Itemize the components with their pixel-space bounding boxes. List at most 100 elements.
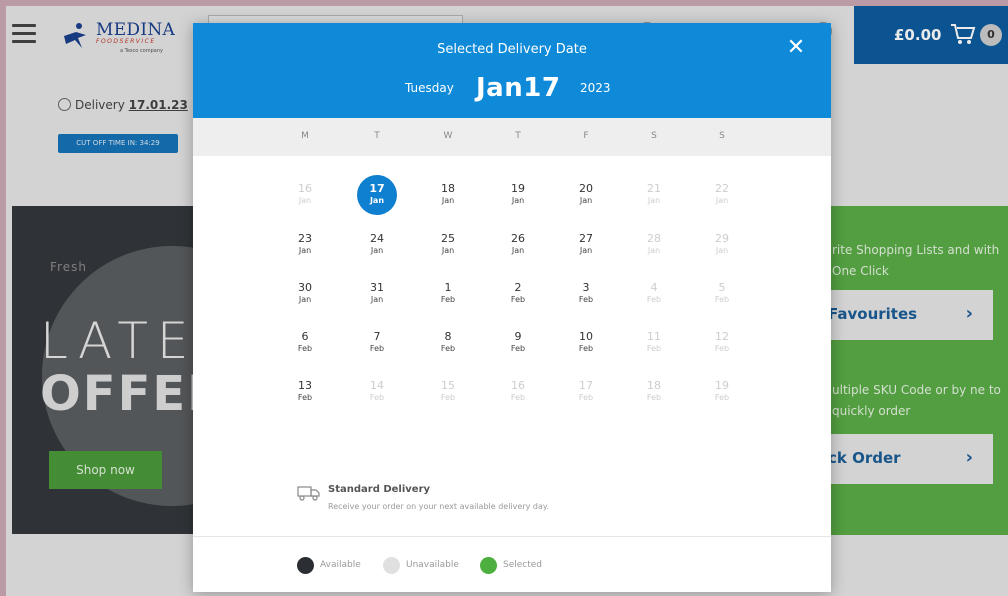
calendar-day-month: Feb: [510, 344, 526, 353]
calendar-day[interactable]: 13 Feb: [283, 370, 327, 414]
calendar-day-number: 1: [444, 281, 452, 294]
calendar-day-month: Feb: [578, 344, 594, 353]
calendar-day-month: Feb: [510, 295, 526, 304]
calendar-day-month: Jan: [579, 196, 593, 205]
calendar-day-number: 16: [511, 379, 525, 392]
calendar-day-number: 9: [514, 330, 522, 343]
calendar-day-month: Jan: [579, 246, 593, 255]
calendar-day-month: Feb: [578, 393, 594, 402]
calendar-day-number: 22: [715, 182, 729, 195]
calendar-day-month: Jan: [441, 196, 455, 205]
calendar-day-month: Feb: [369, 393, 385, 402]
calendar-day-number: 24: [370, 232, 384, 245]
calendar-day: 15 Feb: [426, 370, 470, 414]
calendar-day: 16 Feb: [496, 370, 540, 414]
calendar-day[interactable]: 8 Feb: [426, 321, 470, 365]
calendar-day[interactable]: 6 Feb: [283, 321, 327, 365]
calendar-day-month: Jan: [511, 246, 525, 255]
calendar-day[interactable]: 20 Jan: [564, 173, 608, 217]
truck-icon: [297, 486, 320, 501]
calendar-day[interactable]: 3 Feb: [564, 272, 608, 316]
calendar-day[interactable]: 18 Jan: [426, 173, 470, 217]
calendar-day-number: 26: [511, 232, 525, 245]
calendar-day-number: 18: [441, 182, 455, 195]
calendar-day: 22 Jan: [700, 173, 744, 217]
weekday-label: S: [651, 131, 657, 141]
weekday-label: S: [719, 131, 725, 141]
calendar-day-selected[interactable]: 17 Jan: [357, 175, 397, 215]
calendar-day[interactable]: 31 Jan: [355, 272, 399, 316]
calendar-day-month: Jan: [298, 246, 312, 255]
calendar-day-number: 19: [511, 182, 525, 195]
calendar-day-month: Feb: [440, 344, 456, 353]
calendar-day: 18 Feb: [632, 370, 676, 414]
calendar-day-month: Jan: [715, 196, 729, 205]
weekday-label: W: [443, 131, 453, 141]
calendar-day-month: Feb: [440, 295, 456, 304]
calendar-day-number: 6: [301, 330, 309, 343]
calendar-day[interactable]: 9 Feb: [496, 321, 540, 365]
calendar-day-number: 2: [514, 281, 522, 294]
standard-delivery-description: Receive your order on your next availabl…: [328, 502, 550, 511]
calendar-day: 16 Jan: [283, 173, 327, 217]
calendar-day[interactable]: 26 Jan: [496, 223, 540, 267]
calendar-day-month: Feb: [297, 344, 313, 353]
calendar-day-number: 30: [298, 281, 312, 294]
calendar-day-month: Jan: [369, 196, 385, 205]
calendar-day[interactable]: 10 Feb: [564, 321, 608, 365]
calendar-day[interactable]: 27 Jan: [564, 223, 608, 267]
calendar-day[interactable]: 19 Jan: [496, 173, 540, 217]
weekday-label: T: [374, 131, 380, 141]
close-icon[interactable]: ✕: [785, 37, 807, 59]
calendar-day-month: Feb: [440, 393, 456, 402]
calendar-day-number: 10: [579, 330, 593, 343]
calendar-day-number: 15: [441, 379, 455, 392]
calendar-day: 11 Feb: [632, 321, 676, 365]
calendar-day[interactable]: 23 Jan: [283, 223, 327, 267]
calendar-day-month: Feb: [714, 393, 730, 402]
calendar-day[interactable]: 25 Jan: [426, 223, 470, 267]
calendar-day[interactable]: 24 Jan: [355, 223, 399, 267]
calendar-day-number: 5: [718, 281, 726, 294]
calendar-day-month: Jan: [715, 246, 729, 255]
selected-year: 2023: [580, 81, 611, 95]
calendar-day[interactable]: 2 Feb: [496, 272, 540, 316]
calendar-day: 28 Jan: [632, 223, 676, 267]
calendar-day-number: 3: [582, 281, 590, 294]
calendar-day-number: 18: [647, 379, 661, 392]
calendar-day-number: 28: [647, 232, 661, 245]
standard-delivery-title: Standard Delivery: [328, 484, 431, 495]
calendar-day-number: 8: [444, 330, 452, 343]
calendar-legend: Available Unavailable Selected: [193, 536, 831, 592]
calendar-day-number: 19: [715, 379, 729, 392]
calendar-day-month: Feb: [646, 295, 662, 304]
calendar-day-month: Jan: [298, 295, 312, 304]
calendar-day-month: Feb: [646, 344, 662, 353]
weekday-label: M: [301, 131, 309, 141]
legend-dot: [480, 557, 497, 574]
calendar-day: 17 Feb: [564, 370, 608, 414]
calendar-day-number: 29: [715, 232, 729, 245]
calendar-day-month: Jan: [511, 196, 525, 205]
calendar-day[interactable]: 1 Feb: [426, 272, 470, 316]
calendar-day: 21 Jan: [632, 173, 676, 217]
legend-dot: [383, 557, 400, 574]
legend-label: Unavailable: [406, 560, 459, 570]
calendar-day: 5 Feb: [700, 272, 744, 316]
legend-label: Available: [320, 560, 361, 570]
calendar-day-number: 20: [579, 182, 593, 195]
modal-title: Selected Delivery Date: [437, 42, 587, 57]
calendar-day[interactable]: 7 Feb: [355, 321, 399, 365]
calendar-day: 19 Feb: [700, 370, 744, 414]
calendar-day-number: 4: [650, 281, 658, 294]
calendar-day[interactable]: 30 Jan: [283, 272, 327, 316]
weekday-label: F: [583, 131, 589, 141]
calendar-day-number: 23: [298, 232, 312, 245]
calendar-day-month: Feb: [369, 344, 385, 353]
calendar-day: 14 Feb: [355, 370, 399, 414]
calendar-day: 29 Jan: [700, 223, 744, 267]
weekday-header-row: MTWTFSS: [193, 118, 831, 156]
calendar-day-number: 27: [579, 232, 593, 245]
modal-header: Selected Delivery Date ✕ Tuesday Jan17 2…: [193, 23, 831, 118]
calendar-day-month: Feb: [646, 393, 662, 402]
